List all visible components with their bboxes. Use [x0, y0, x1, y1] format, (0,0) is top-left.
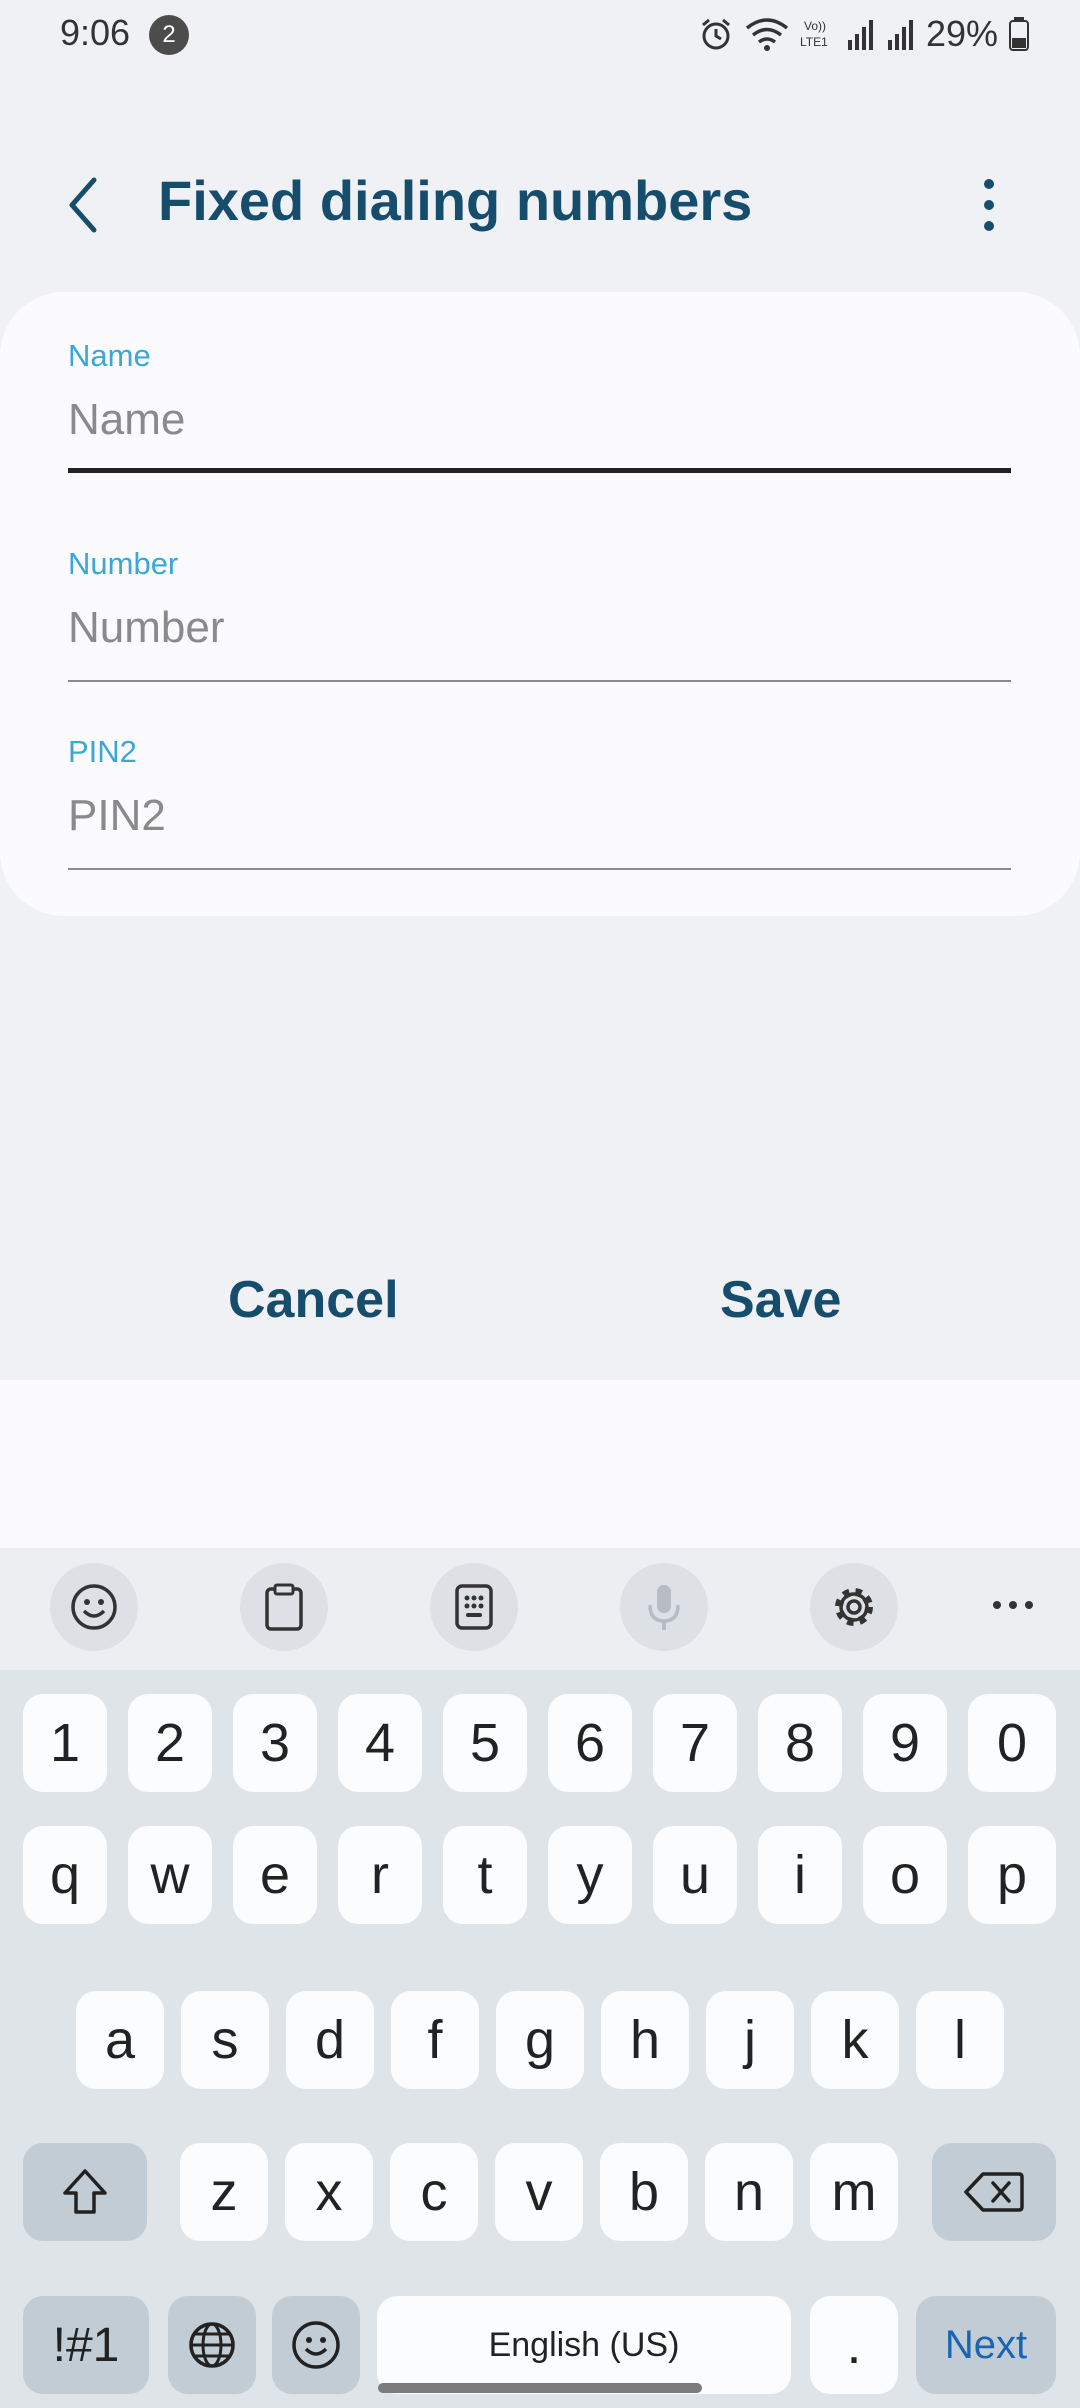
period-key[interactable]: . [810, 2296, 898, 2394]
battery-icon [1009, 17, 1029, 51]
clipboard-icon [265, 1583, 303, 1631]
key-y[interactable]: y [548, 1826, 632, 1924]
number-underline [68, 680, 1011, 682]
shift-arrow-icon [63, 2169, 107, 2214]
globe-icon [189, 2322, 235, 2368]
more-toolbar-button[interactable] [990, 1590, 1036, 1620]
key-0[interactable]: 0 [968, 1694, 1056, 1792]
settings-toolbar-button[interactable] [810, 1563, 898, 1651]
key-n[interactable]: n [705, 2143, 793, 2241]
wifi-icon [745, 18, 789, 51]
pin2-underline [68, 868, 1011, 870]
key-v[interactable]: v [495, 2143, 583, 2241]
key-f[interactable]: f [391, 1991, 479, 2089]
key-b[interactable]: b [600, 2143, 688, 2241]
key-w[interactable]: w [128, 1826, 212, 1924]
shift-key[interactable] [23, 2143, 147, 2241]
microphone-icon [648, 1585, 680, 1630]
back-arrow-icon [69, 177, 97, 233]
keyboard [0, 1548, 1080, 2408]
key-e[interactable]: e [233, 1826, 317, 1924]
key-q[interactable]: q [23, 1826, 107, 1924]
emoji-toolbar-button[interactable] [50, 1563, 138, 1651]
svg-text:LTE1: LTE1 [800, 35, 828, 49]
key-h[interactable]: h [601, 1991, 689, 2089]
key-z[interactable]: z [180, 2143, 268, 2241]
keypad-icon [455, 1584, 493, 1630]
symbols-key[interactable]: !#1 [23, 2296, 149, 2394]
key-d[interactable]: d [286, 1991, 374, 2089]
gesture-navigation-bar[interactable] [378, 2383, 702, 2393]
key-3[interactable]: 3 [233, 1694, 317, 1792]
key-1[interactable]: 1 [23, 1694, 107, 1792]
more-horizontal-icon [993, 1601, 1033, 1609]
key-6[interactable]: 6 [548, 1694, 632, 1792]
key-5[interactable]: 5 [443, 1694, 527, 1792]
more-options-button[interactable] [965, 170, 1013, 240]
keyboard-toolbar [0, 1548, 1080, 1670]
voice-input-toolbar-button[interactable] [620, 1563, 708, 1651]
key-2[interactable]: 2 [128, 1694, 212, 1792]
number-input[interactable] [68, 592, 1011, 664]
status-icons: Vo)) LTE1 29% [698, 10, 1030, 58]
key-o[interactable]: o [863, 1826, 947, 1924]
name-label: Name [68, 338, 151, 373]
key-4[interactable]: 4 [338, 1694, 422, 1792]
volte-icon: Vo)) LTE1 [800, 19, 828, 49]
battery-percent: 29% [925, 13, 998, 54]
key-p[interactable]: p [968, 1826, 1056, 1924]
key-g[interactable]: g [496, 1991, 584, 2089]
signal-icon [887, 20, 913, 50]
key-r[interactable]: r [338, 1826, 422, 1924]
key-9[interactable]: 9 [863, 1694, 947, 1792]
back-button[interactable] [60, 170, 120, 240]
key-x[interactable]: x [285, 2143, 373, 2241]
key-l[interactable]: l [916, 1991, 1004, 2089]
backspace-key[interactable] [932, 2143, 1056, 2241]
notification-count-badge: 2 [149, 15, 189, 55]
key-t[interactable]: t [443, 1826, 527, 1924]
status-time: 9:06 [60, 12, 131, 53]
key-j[interactable]: j [706, 1991, 794, 2089]
number-label: Number [68, 546, 179, 581]
content-spacer [0, 1380, 1080, 1548]
key-u[interactable]: u [653, 1826, 737, 1924]
next-key[interactable]: Next [916, 2296, 1056, 2394]
gear-icon [835, 1588, 873, 1626]
more-vertical-icon [984, 179, 994, 231]
keypad-toolbar-button[interactable] [430, 1563, 518, 1651]
emoji-icon [71, 1584, 117, 1630]
clipboard-toolbar-button[interactable] [240, 1563, 328, 1651]
key-s[interactable]: s [181, 1991, 269, 2089]
key-c[interactable]: c [390, 2143, 478, 2241]
alarm-icon [701, 18, 730, 50]
svg-text:Vo)): Vo)) [804, 19, 826, 33]
pin2-input[interactable] [68, 780, 1011, 852]
key-7[interactable]: 7 [653, 1694, 737, 1792]
backspace-icon [964, 2172, 1024, 2212]
emoji-icon [292, 2321, 340, 2369]
pin2-label: PIN2 [68, 734, 137, 769]
space-key[interactable]: English (US) [377, 2296, 791, 2394]
key-m[interactable]: m [810, 2143, 898, 2241]
signal-icon [847, 20, 873, 50]
name-underline [68, 468, 1011, 473]
key-i[interactable]: i [758, 1826, 842, 1924]
cancel-button[interactable]: Cancel [228, 1270, 399, 1330]
language-key[interactable] [168, 2296, 256, 2394]
save-button[interactable]: Save [720, 1270, 841, 1330]
key-8[interactable]: 8 [758, 1694, 842, 1792]
emoji-key[interactable] [272, 2296, 360, 2394]
name-input[interactable] [68, 384, 1011, 456]
key-a[interactable]: a [76, 1991, 164, 2089]
page-title: Fixed dialing numbers [158, 169, 753, 232]
key-k[interactable]: k [811, 1991, 899, 2089]
